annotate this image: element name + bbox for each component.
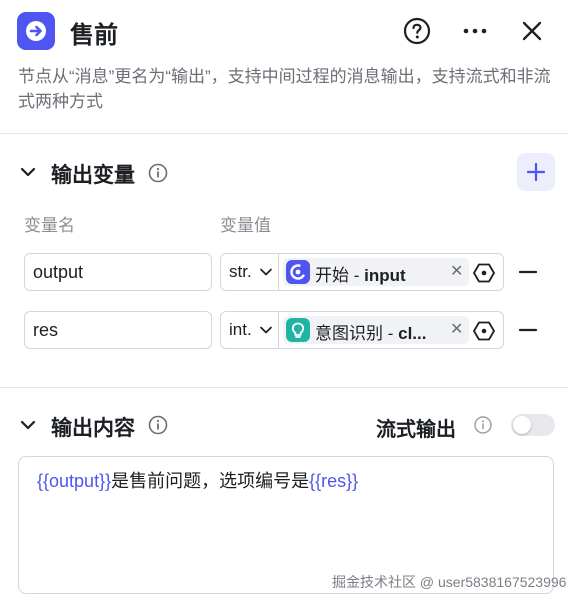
chevron-down-icon[interactable]	[18, 162, 38, 182]
stream-output-label: 流式输出	[376, 419, 456, 441]
remove-variable-button[interactable]	[516, 318, 540, 342]
more-horizontal-icon	[463, 28, 487, 34]
remove-reference-icon[interactable]: ✕	[450, 261, 463, 281]
reference-tag[interactable]: 意图识别 - cl... ✕	[283, 316, 469, 344]
template-variable: {{output}}	[37, 471, 112, 491]
info-icon[interactable]	[148, 415, 168, 435]
output-template-text: {{output}}是售前问题，选项编号是{{res}}	[37, 471, 359, 491]
node-header: 售前	[0, 0, 568, 62]
output-variables-title: 输出变量	[51, 164, 135, 187]
reference-tag[interactable]: 开始 - input ✕	[283, 258, 469, 286]
intent-node-icon	[286, 318, 310, 342]
divider	[0, 133, 568, 134]
output-variables-header: 输出变量	[0, 152, 568, 192]
output-node-icon	[17, 12, 55, 50]
variable-value-field: int. 意图识别 - cl... ✕	[220, 311, 504, 349]
node-title[interactable]: 售前	[70, 15, 118, 50]
question-circle-icon	[403, 17, 431, 45]
divider	[0, 387, 568, 388]
close-button[interactable]	[516, 15, 548, 47]
column-label-value: 变量值	[220, 216, 271, 235]
variable-value-field: str. 开始 - input ✕	[220, 253, 504, 291]
chevron-down-icon	[260, 326, 272, 334]
reference-label: 开始 - input	[315, 266, 406, 285]
variable-name-input[interactable]	[24, 253, 212, 291]
output-content-title: 输出内容	[51, 417, 135, 440]
type-select[interactable]: int.	[221, 312, 279, 348]
info-icon[interactable]	[148, 163, 168, 183]
template-variable: {{res}}	[309, 471, 359, 491]
close-icon	[522, 21, 542, 41]
chevron-down-icon[interactable]	[18, 415, 38, 435]
help-button[interactable]	[401, 15, 433, 47]
start-node-icon	[286, 260, 310, 284]
variable-name-input[interactable]	[24, 311, 212, 349]
reference-label: 意图识别 - cl...	[315, 324, 427, 343]
variable-picker-icon[interactable]	[473, 320, 495, 342]
variable-picker-icon[interactable]	[473, 262, 495, 284]
type-select-value: int.	[229, 320, 252, 339]
remove-variable-button[interactable]	[516, 260, 540, 284]
column-label-name: 变量名	[24, 216, 75, 235]
add-variable-button[interactable]	[517, 153, 555, 191]
chevron-down-icon	[260, 268, 272, 276]
type-select[interactable]: str.	[221, 254, 279, 290]
info-icon[interactable]	[473, 415, 493, 435]
stream-output-toggle[interactable]	[511, 414, 555, 436]
node-description: 节点从“消息”更名为“输出”，支持中间过程的消息输出，支持流式和非流式两种方式	[18, 67, 551, 111]
more-button[interactable]	[459, 15, 491, 47]
plus-icon	[526, 162, 546, 182]
remove-reference-icon[interactable]: ✕	[450, 319, 463, 339]
type-select-value: str.	[229, 262, 252, 281]
toggle-knob	[513, 416, 531, 434]
watermark: 掘金技术社区 @ user5838167523996	[332, 574, 567, 590]
